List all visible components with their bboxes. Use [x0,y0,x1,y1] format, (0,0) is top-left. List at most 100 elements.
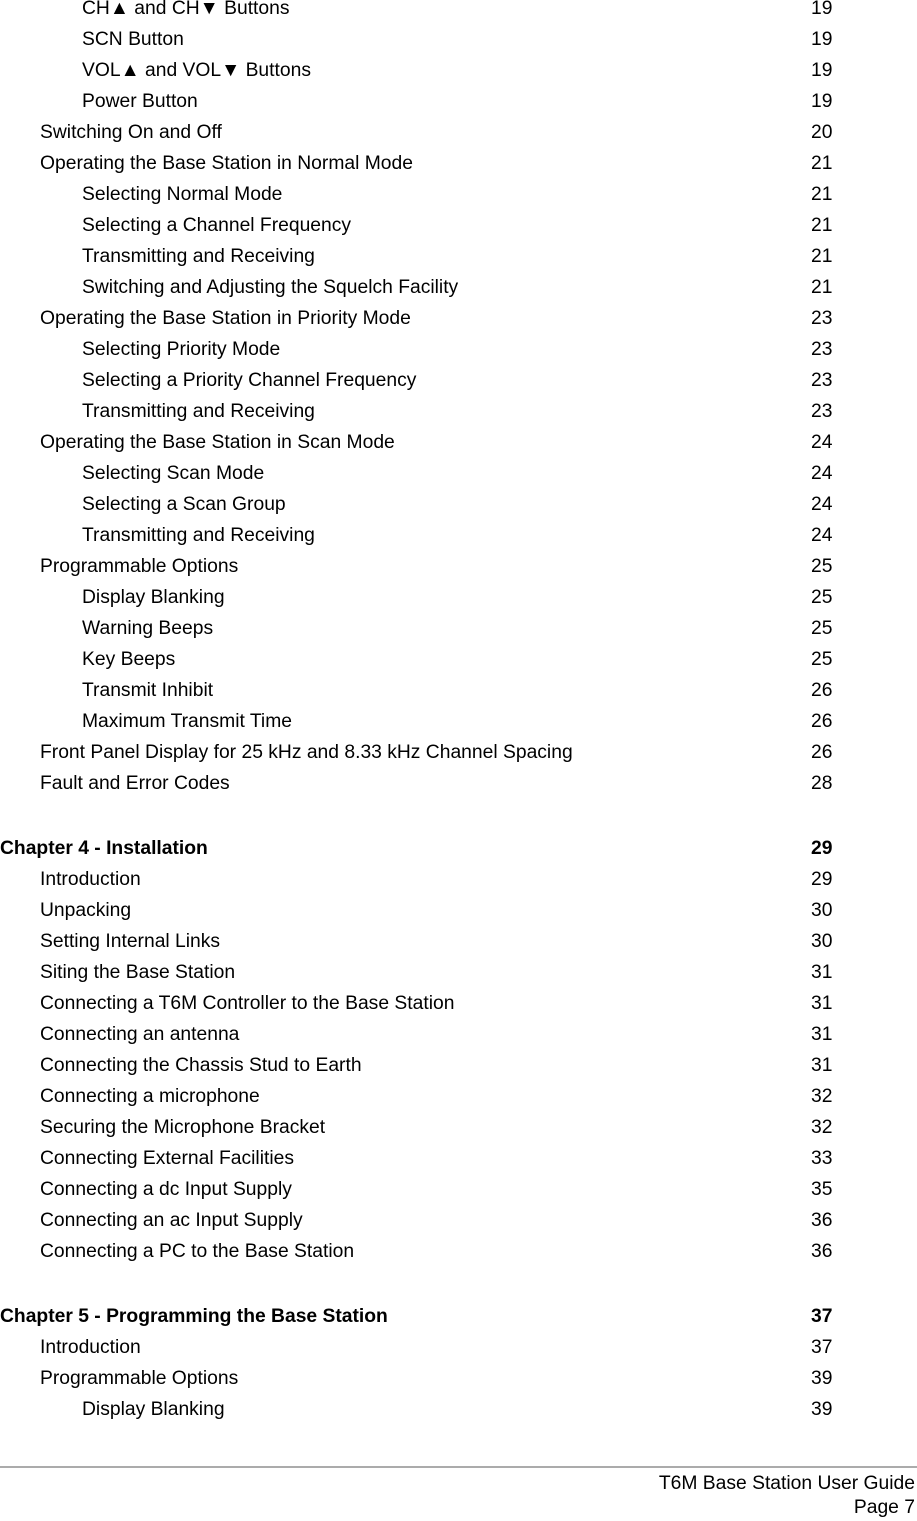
toc-entry[interactable]: Transmitting and Receiving 23 [0,401,917,434]
toc-entry-title: Siting the Base Station [40,962,236,983]
toc-entry-page-number: 31 [811,1055,833,1076]
toc-entry-title: Maximum Transmit Time [82,711,292,732]
toc-entry[interactable]: CH▲ and CH▼ Buttons 19 [0,0,917,31]
toc-entry-page-number: 23 [811,370,833,391]
toc-entry-page-number: 36 [811,1241,833,1262]
toc-entry[interactable]: Warning Beeps 25 [0,618,917,651]
toc-entry-title: Connecting the Chassis Stud to Earth [40,1055,362,1076]
toc-entry-page-number: 30 [811,900,833,921]
toc-entry[interactable]: Power Button 19 [0,91,917,124]
toc-entry[interactable]: Programmable Options 39 [0,1368,917,1401]
toc-entry-title: Key Beeps [82,649,176,670]
toc-entry-title: Transmitting and Receiving [82,401,315,422]
toc-entry-page-number: 26 [811,680,833,701]
toc-entry[interactable]: SCN Button 19 [0,29,917,62]
toc-entry-page-number: 39 [811,1368,833,1389]
toc-entry[interactable]: Unpacking 30 [0,900,917,933]
toc-entry[interactable]: Connecting the Chassis Stud to Earth 31 [0,1055,917,1088]
toc-entry[interactable]: Selecting a Scan Group 24 [0,494,917,527]
toc-entry-title: SCN Button [82,29,184,50]
toc-entry-title: Selecting a Scan Group [82,494,286,515]
toc-entry-title: Chapter 5 - Programming the Base Station [0,1306,388,1327]
toc-entry-title: Switching On and Off [40,122,222,143]
toc-entry[interactable]: Operating the Base Station in Scan Mode 2… [0,432,917,465]
toc-entry-page-number: 21 [811,153,833,174]
toc-entry-title: Connecting a microphone [40,1086,260,1107]
toc-entry[interactable]: Introduction 29 [0,869,917,902]
toc-entry[interactable]: Connecting External Facilities 33 [0,1148,917,1181]
toc-entry[interactable]: Transmitting and Receiving 24 [0,525,917,558]
toc-entry-title: Selecting Priority Mode [82,339,281,360]
toc-entry[interactable]: Fault and Error Codes 28 [0,773,917,806]
toc-entry-page-number: 29 [811,838,833,859]
toc-entry-page-number: 31 [811,1024,833,1045]
toc-entry[interactable]: Transmit Inhibit 26 [0,680,917,713]
toc-chapter-heading[interactable]: Chapter 5 - Programming the Base Station… [0,1306,917,1339]
toc-entry-page-number: 37 [811,1306,833,1327]
toc-entry-page-number: 28 [811,773,833,794]
toc-entry[interactable]: Connecting an ac Input Supply 36 [0,1210,917,1243]
toc-entry-title: VOL▲ and VOL▼ Buttons [82,60,311,81]
toc-entry[interactable]: Key Beeps 25 [0,649,917,682]
toc-entry-title: Selecting Scan Mode [82,463,265,484]
toc-entry[interactable]: Connecting an antenna 31 [0,1024,917,1057]
toc-entry-page-number: 20 [811,122,833,143]
toc-entry-title: Transmit Inhibit [82,680,214,701]
toc-entry-title: Selecting a Priority Channel Frequency [82,370,417,391]
toc-entry[interactable]: Siting the Base Station 31 [0,962,917,995]
toc-entry-title: Programmable Options [40,1368,239,1389]
toc-entry-title: Operating the Base Station in Priority M… [40,308,411,329]
toc-entry[interactable]: Switching On and Off 20 [0,122,917,155]
toc-entry[interactable]: Programmable Options 25 [0,556,917,589]
toc-entry[interactable]: Selecting Scan Mode 24 [0,463,917,496]
toc-entry[interactable]: Operating the Base Station in Normal Mod… [0,153,917,186]
footer-page-number: Page 7 [853,1497,915,1518]
toc-entry-page-number: 32 [811,1086,833,1107]
toc-entry[interactable]: Connecting a T6M Controller to the Base … [0,993,917,1026]
toc-entry-title: Connecting External Facilities [40,1148,294,1169]
toc-entry-page-number: 32 [811,1117,833,1138]
toc-entry-page-number: 30 [811,931,833,952]
toc-entry[interactable]: Connecting a PC to the Base Station 36 [0,1241,917,1274]
toc-entry-title: Introduction [40,1337,141,1358]
toc-entry[interactable]: Setting Internal Links 30 [0,931,917,964]
toc-entry[interactable]: Switching and Adjusting the Squelch Faci… [0,277,917,310]
toc-entry[interactable]: Selecting a Channel Frequency 21 [0,215,917,248]
toc-entry[interactable]: Introduction 37 [0,1337,917,1370]
toc-entry-page-number: 39 [811,1399,833,1420]
toc-entry-page-number: 29 [811,869,833,890]
toc-entry[interactable]: Display Blanking 25 [0,587,917,620]
toc-entry[interactable]: Connecting a microphone 32 [0,1086,917,1119]
toc-chapter-heading[interactable]: Chapter 4 - Installation 29 [0,838,917,871]
toc-entry-title: Chapter 4 - Installation [0,838,208,859]
toc-entry[interactable]: Selecting a Priority Channel Frequency 23 [0,370,917,403]
toc-entry-title: Transmitting and Receiving [82,525,315,546]
toc-entry-title: Programmable Options [40,556,239,577]
toc-entry-title: Power Button [82,91,198,112]
toc-entry-page-number: 26 [811,711,833,732]
toc-entry-page-number: 31 [811,962,833,983]
toc-entry[interactable]: Selecting Priority Mode 23 [0,339,917,372]
toc-entry-page-number: 26 [811,742,833,763]
toc-entry-page-number: 21 [811,246,833,267]
toc-entry-page-number: 31 [811,993,833,1014]
toc-entry-title: Display Blanking [82,1399,225,1420]
toc-entry-page-number: 35 [811,1179,833,1200]
toc-entry[interactable]: Display Blanking 39 [0,1399,917,1432]
toc-entry-title: Operating the Base Station in Normal Mod… [40,153,413,174]
toc-entry[interactable]: Front Panel Display for 25 kHz and 8.33 … [0,742,917,775]
toc-entry[interactable]: Securing the Microphone Bracket 32 [0,1117,917,1150]
toc-entry-page-number: 24 [811,525,833,546]
toc-entry-page-number: 19 [811,0,833,19]
toc-entry[interactable]: VOL▲ and VOL▼ Buttons 19 [0,60,917,93]
toc-entry[interactable]: Maximum Transmit Time 26 [0,711,917,744]
toc-entry[interactable]: Operating the Base Station in Priority M… [0,308,917,341]
toc-entry-page-number: 19 [811,60,833,81]
toc-entry[interactable]: Transmitting and Receiving 21 [0,246,917,279]
toc-entry-title: Connecting a T6M Controller to the Base … [40,993,455,1014]
toc-entry-title: Introduction [40,869,141,890]
toc-entry-page-number: 19 [811,29,833,50]
toc-entry[interactable]: Selecting Normal Mode 21 [0,184,917,217]
toc-entry-title: Operating the Base Station in Scan Mode [40,432,395,453]
toc-entry[interactable]: Connecting a dc Input Supply 35 [0,1179,917,1212]
